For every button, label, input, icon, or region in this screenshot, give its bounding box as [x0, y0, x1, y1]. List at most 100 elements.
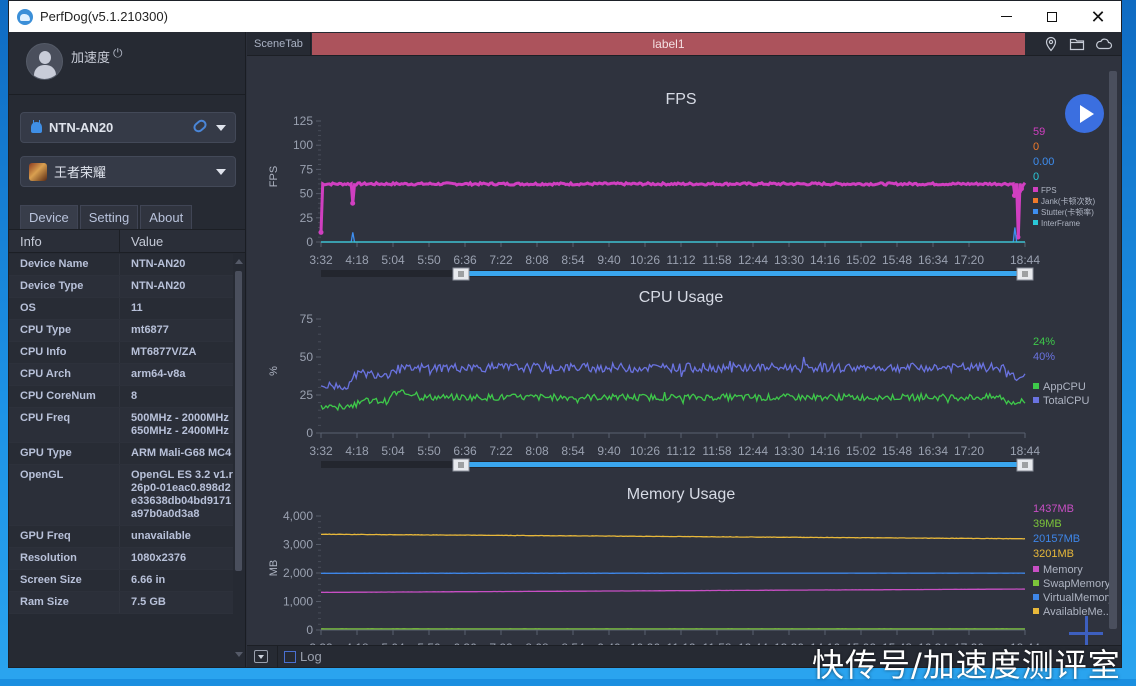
- current-value: 24%: [1033, 336, 1055, 348]
- main-scrollbar-thumb[interactable]: [1109, 71, 1117, 629]
- info-key: CPU Info: [9, 342, 120, 363]
- x-tick-label: 12:44: [738, 444, 768, 458]
- power-icon[interactable]: ⏻: [113, 46, 123, 61]
- legend-label: TotalCPU: [1043, 395, 1090, 407]
- info-key: CPU Type: [9, 320, 120, 341]
- chevron-down-icon: [216, 169, 226, 175]
- data-point: [319, 230, 324, 235]
- x-tick-label: 8:54: [561, 253, 585, 267]
- legend-label: SwapMemory: [1043, 578, 1109, 590]
- app-select[interactable]: 王者荣耀: [20, 156, 236, 187]
- table-row[interactable]: OpenGLOpenGL ES 3.2 v1.r26p0-01eac0.898d…: [9, 465, 233, 526]
- x-tick-label: 11:12: [666, 253, 695, 267]
- sidebar-scrollbar[interactable]: [234, 259, 243, 657]
- log-checkbox[interactable]: [284, 651, 296, 663]
- x-tick-label: 15:48: [882, 253, 912, 267]
- minimize-button[interactable]: [983, 1, 1029, 32]
- legend-label: FPS: [1041, 186, 1057, 195]
- label-bar[interactable]: label1: [312, 33, 1025, 55]
- y-tick-label: 1,000: [283, 595, 313, 609]
- tab-about[interactable]: About: [140, 205, 192, 229]
- main-panel: SceneTab label1 FPSFPS02550751001253:324…: [247, 32, 1121, 667]
- x-tick-label: 5:04: [381, 253, 405, 267]
- info-value: NTN-AN20: [120, 276, 233, 297]
- info-value: mt6877: [120, 320, 233, 341]
- scrollbar-thumb[interactable]: [235, 271, 242, 571]
- range-slider-right-handle[interactable]: [1017, 268, 1033, 280]
- table-row[interactable]: CPU Typemt6877: [9, 320, 233, 342]
- current-value: 0: [1033, 171, 1039, 183]
- range-slider-right-handle[interactable]: [1017, 459, 1033, 471]
- table-row[interactable]: Device NameNTN-AN20: [9, 254, 233, 276]
- x-tick-label: 15:48: [882, 444, 912, 458]
- x-tick-label: 17:20: [954, 444, 984, 458]
- location-icon[interactable]: [1043, 36, 1059, 52]
- x-tick-label: 4:18: [345, 253, 369, 267]
- y-axis-label: MB: [268, 560, 280, 577]
- title-bar: PerfDog(v5.1.210300) ✕: [9, 1, 1121, 32]
- x-tick-label: 16:34: [918, 444, 948, 458]
- info-value: 1080x2376: [120, 548, 233, 569]
- x-tick-label: 11:12: [666, 444, 695, 458]
- y-tick-label: 4,000: [283, 509, 313, 523]
- scene-tab[interactable]: SceneTab: [247, 32, 311, 56]
- legend-swatch: [1033, 187, 1038, 192]
- user-profile: 加速度 ⏻: [9, 32, 245, 95]
- maximize-button[interactable]: [1029, 1, 1075, 32]
- info-value: 500MHz - 2000MHz 650MHz - 2400MHz: [120, 408, 233, 442]
- legend-label: Memory: [1043, 564, 1083, 576]
- x-tick-label: 11:58: [702, 253, 731, 267]
- tab-device[interactable]: Device: [20, 205, 78, 229]
- table-row[interactable]: GPU TypeARM Mali-G68 MC4: [9, 443, 233, 465]
- y-tick-label: 75: [300, 312, 314, 326]
- x-tick-label: 6:36: [453, 253, 477, 267]
- cloud-icon[interactable]: [1095, 36, 1111, 52]
- table-row[interactable]: CPU Freq500MHz - 2000MHz 650MHz - 2400MH…: [9, 408, 233, 443]
- connection-link-icon[interactable]: [191, 118, 208, 135]
- table-row[interactable]: Screen Size6.66 in: [9, 570, 233, 592]
- chart-area: FPSFPS02550751001253:324:185:045:506:367…: [247, 57, 1104, 645]
- x-tick-label: 11:58: [702, 444, 731, 458]
- x-tick-label: 6:36: [453, 444, 477, 458]
- x-tick-label: 15:02: [846, 253, 876, 267]
- info-value: ARM Mali-G68 MC4: [120, 443, 233, 464]
- x-tick-label: 3:32: [309, 253, 333, 267]
- folder-icon[interactable]: [1069, 36, 1085, 52]
- table-row[interactable]: CPU Archarm64-v8a: [9, 364, 233, 386]
- table-row[interactable]: Device TypeNTN-AN20: [9, 276, 233, 298]
- current-value: 40%: [1033, 351, 1055, 363]
- table-row[interactable]: Resolution1080x2376: [9, 548, 233, 570]
- y-tick-label: 2,000: [283, 566, 313, 580]
- chart-title: Memory Usage: [627, 486, 736, 503]
- x-tick-label: 7:22: [489, 444, 513, 458]
- legend-swatch: [1033, 580, 1039, 586]
- table-row[interactable]: CPU InfoMT6877V/ZA: [9, 342, 233, 364]
- info-key: GPU Type: [9, 443, 120, 464]
- info-key: CPU CoreNum: [9, 386, 120, 407]
- table-row[interactable]: Ram Size7.5 GB: [9, 592, 233, 614]
- table-row[interactable]: GPU Frequnavailable: [9, 526, 233, 548]
- range-slider-left-handle[interactable]: [453, 268, 469, 280]
- android-icon: [31, 122, 42, 133]
- legend-label: AppCPU: [1043, 381, 1086, 393]
- range-slider-left-handle[interactable]: [453, 459, 469, 471]
- perfdog-logo-icon: [17, 9, 33, 25]
- legend-swatch: [1033, 198, 1038, 203]
- table-row[interactable]: OS11: [9, 298, 233, 320]
- play-button[interactable]: [1065, 94, 1104, 133]
- user-avatar-icon[interactable]: [26, 43, 63, 80]
- table-row[interactable]: CPU CoreNum8: [9, 386, 233, 408]
- tab-setting[interactable]: Setting: [80, 205, 138, 229]
- collapse-toggle-button[interactable]: [254, 650, 268, 663]
- legend-label: Jank(卡顿次数): [1041, 196, 1096, 206]
- app-select-value: 王者荣耀: [54, 162, 106, 181]
- device-select[interactable]: NTN-AN20: [20, 112, 236, 143]
- x-tick-label: 12:44: [738, 253, 768, 267]
- x-tick-label: 18:44: [1010, 253, 1040, 267]
- scroll-up-icon[interactable]: [235, 259, 243, 264]
- legend-swatch: [1033, 594, 1039, 600]
- main-scrollbar[interactable]: [1107, 57, 1119, 643]
- x-tick-label: 17:20: [954, 253, 984, 267]
- scroll-down-icon[interactable]: [235, 652, 243, 657]
- close-button[interactable]: ✕: [1075, 1, 1121, 32]
